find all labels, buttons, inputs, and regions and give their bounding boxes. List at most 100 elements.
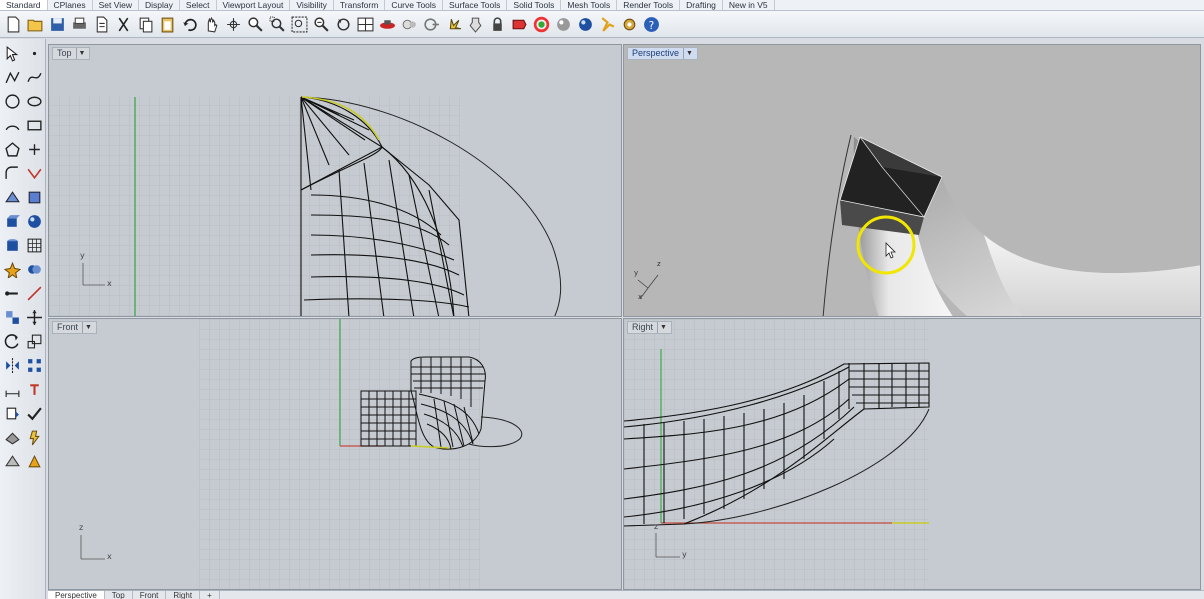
viewport-right[interactable]: Right ▼ z y <box>623 318 1201 590</box>
rotate-icon[interactable] <box>1 329 23 353</box>
extrude-icon[interactable] <box>23 185 45 209</box>
tab-display[interactable]: Display <box>139 0 180 10</box>
fillet-curve-icon[interactable] <box>1 161 23 185</box>
select-arrow-icon[interactable] <box>1 41 23 65</box>
mesh-icon[interactable] <box>23 233 45 257</box>
analyze-icon[interactable] <box>1 401 23 425</box>
viewport-front[interactable]: Front ▼ z x <box>48 318 622 590</box>
scale-icon[interactable] <box>23 329 45 353</box>
print-icon[interactable] <box>69 14 90 35</box>
tab-render-tools[interactable]: Render Tools <box>617 0 681 10</box>
dropdown-arrow-icon[interactable]: ▼ <box>82 322 92 333</box>
explode-icon[interactable] <box>1 257 23 281</box>
zoom-selected-icon[interactable] <box>311 14 332 35</box>
light-icon[interactable] <box>487 14 508 35</box>
zoom-window-icon[interactable] <box>267 14 288 35</box>
text-icon[interactable] <box>23 377 45 401</box>
tab-curve-tools[interactable]: Curve Tools <box>385 0 444 10</box>
grid-snap-icon[interactable] <box>377 14 398 35</box>
tab-surface-tools[interactable]: Surface Tools <box>443 0 508 10</box>
tab-mesh-tools[interactable]: Mesh Tools <box>561 0 618 10</box>
four-viewports-icon[interactable] <box>355 14 376 35</box>
open-icon[interactable] <box>25 14 46 35</box>
save-icon[interactable] <box>47 14 68 35</box>
paste-icon[interactable] <box>157 14 178 35</box>
rotate-view-icon[interactable] <box>223 14 244 35</box>
polygon-icon[interactable] <box>1 137 23 161</box>
material-icon[interactable] <box>531 14 552 35</box>
viewport-tab-perspective[interactable]: Perspective <box>48 591 105 599</box>
ghost-icon[interactable] <box>23 449 45 473</box>
options-icon[interactable] <box>619 14 640 35</box>
viewport-tab-right[interactable]: Right <box>166 591 201 599</box>
help-icon[interactable]: ? <box>641 14 662 35</box>
point-icon[interactable] <box>23 41 45 65</box>
split-icon[interactable] <box>23 281 45 305</box>
array-icon[interactable] <box>23 353 45 377</box>
dimension-icon[interactable] <box>1 377 23 401</box>
cylinder-icon[interactable] <box>1 233 23 257</box>
viewport-tab-front[interactable]: Front <box>133 591 167 599</box>
sphere-render-icon[interactable] <box>553 14 574 35</box>
swept-surface-lower <box>984 235 1200 316</box>
tab-solid-tools[interactable]: Solid Tools <box>507 0 562 10</box>
tab-viewport-layout[interactable]: Viewport Layout <box>217 0 291 10</box>
new-icon[interactable] <box>3 14 24 35</box>
cut-icon[interactable] <box>113 14 134 35</box>
boolean-icon[interactable] <box>23 257 45 281</box>
viewport-tab-top[interactable]: Top <box>105 591 133 599</box>
hide-icon[interactable] <box>399 14 420 35</box>
tab-cplanes[interactable]: CPlanes <box>48 0 93 10</box>
tab-transform[interactable]: Transform <box>334 0 386 10</box>
check-icon[interactable] <box>23 401 45 425</box>
sphere-icon[interactable] <box>23 209 45 233</box>
viewport-perspective[interactable]: Perspective ▼ z y x <box>623 44 1201 317</box>
pan-icon[interactable] <box>201 14 222 35</box>
dropdown-arrow-icon[interactable]: ▼ <box>657 322 667 333</box>
circle-icon[interactable] <box>1 89 23 113</box>
offset-icon[interactable] <box>23 137 45 161</box>
shade-icon[interactable] <box>1 449 23 473</box>
box-icon[interactable] <box>1 209 23 233</box>
tab-select[interactable]: Select <box>180 0 217 10</box>
surface-icon[interactable] <box>1 185 23 209</box>
lock-icon[interactable] <box>443 14 464 35</box>
undo-view-icon[interactable] <box>333 14 354 35</box>
zoom-icon[interactable] <box>245 14 266 35</box>
layer-icon[interactable] <box>465 14 486 35</box>
viewport-top[interactable]: Top ▼ y x <box>48 44 622 317</box>
tab-new-in-v5[interactable]: New in V5 <box>723 0 775 10</box>
light-bulb-icon[interactable] <box>23 425 45 449</box>
render-icon[interactable] <box>575 14 596 35</box>
viewport-title-top[interactable]: Top ▼ <box>52 47 91 60</box>
dropdown-arrow-icon[interactable]: ▼ <box>75 48 85 59</box>
axis-label-z: z <box>657 260 661 268</box>
curve-icon[interactable] <box>23 65 45 89</box>
group-icon[interactable] <box>1 305 23 329</box>
rectangle-icon[interactable] <box>23 113 45 137</box>
zoom-extents-icon[interactable] <box>289 14 310 35</box>
show-icon[interactable] <box>421 14 442 35</box>
move-icon[interactable] <box>23 305 45 329</box>
dropdown-arrow-icon[interactable]: ▼ <box>683 48 693 59</box>
add-viewport-tab[interactable]: + <box>200 591 220 599</box>
viewport-title-front[interactable]: Front ▼ <box>52 321 97 334</box>
tab-set-view[interactable]: Set View <box>93 0 140 10</box>
ellipse-icon[interactable] <box>23 89 45 113</box>
settings-icon[interactable] <box>597 14 618 35</box>
import-icon[interactable] <box>91 14 112 35</box>
copy-icon[interactable] <box>135 14 156 35</box>
mirror-icon[interactable] <box>1 353 23 377</box>
viewport-title-perspective[interactable]: Perspective ▼ <box>627 47 698 60</box>
join-icon[interactable] <box>1 281 23 305</box>
color-wheel-icon[interactable] <box>509 14 530 35</box>
undo-icon[interactable] <box>179 14 200 35</box>
trim-curve-icon[interactable] <box>23 161 45 185</box>
tab-drafting[interactable]: Drafting <box>680 0 723 10</box>
tab-standard[interactable]: Standard <box>0 0 48 10</box>
viewport-title-right[interactable]: Right ▼ <box>627 321 672 334</box>
render-preview-icon[interactable] <box>1 425 23 449</box>
tab-visibility[interactable]: Visibility <box>290 0 334 10</box>
polyline-icon[interactable] <box>1 65 23 89</box>
arc-icon[interactable] <box>1 113 23 137</box>
